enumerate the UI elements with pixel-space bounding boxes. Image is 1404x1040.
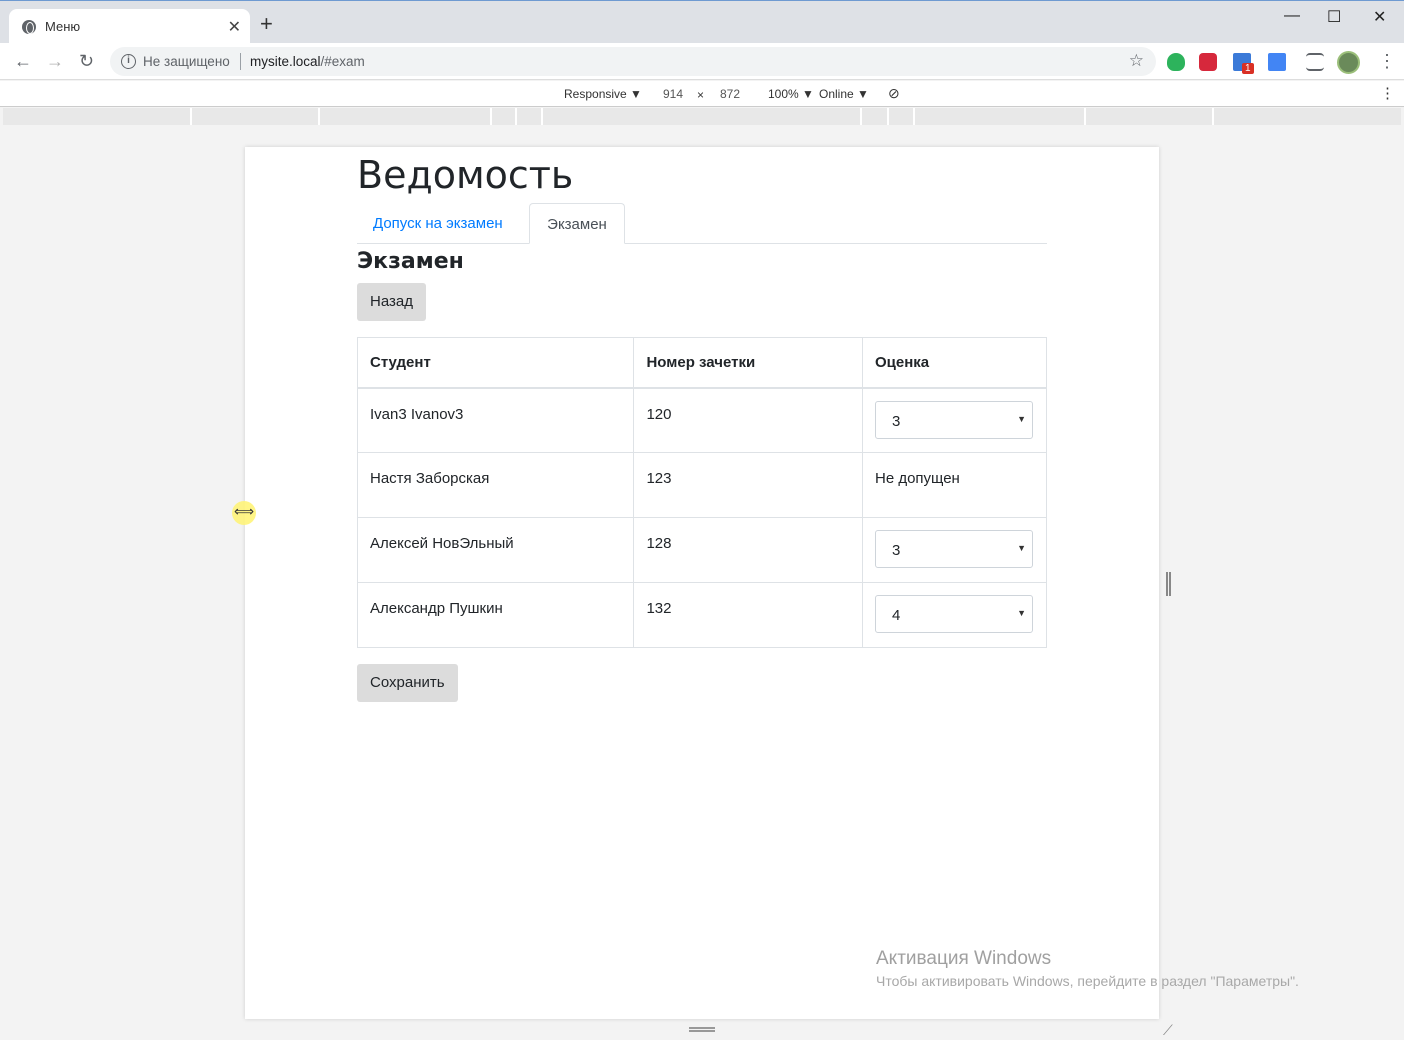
windows-activation-title: Активация Windows	[876, 948, 1052, 969]
grade-cell: 3 ▼	[861, 517, 1048, 583]
back-button[interactable]: Назад	[357, 283, 426, 321]
back-arrow-icon[interactable]: ←	[14, 51, 32, 71]
zoom-select[interactable]: 100% ▼	[768, 87, 814, 101]
table-row: Александр Пушкин 132 4 ▼	[356, 582, 1048, 648]
grade-select[interactable]: 4 ▼	[874, 595, 1033, 633]
viewport-resize-handle-right[interactable]	[1166, 572, 1171, 596]
viewport-width-input[interactable]: 914	[650, 84, 696, 104]
resize-cursor-icon	[232, 501, 256, 525]
security-label: Не защищено	[143, 54, 230, 69]
grades-table: Студент Номер зачетки Оценка Ivan3 Ivano…	[356, 337, 1048, 648]
record-number: 120	[633, 387, 863, 453]
chevron-down-icon: ▼	[1017, 543, 1026, 553]
minimize-icon[interactable]: —	[1284, 7, 1300, 25]
viewport-height-input[interactable]: 872	[707, 84, 753, 104]
tab-title: Меню	[45, 19, 81, 34]
omnibox-separator	[240, 53, 241, 70]
maximize-icon[interactable]: ☐	[1327, 7, 1341, 27]
grade-select-value: 3	[891, 542, 901, 559]
globe-icon	[22, 20, 36, 34]
tab-exam[interactable]: Экзамен	[529, 203, 625, 244]
shield-extension-icon[interactable]	[1167, 53, 1185, 71]
reload-icon[interactable]: ↻	[79, 51, 94, 71]
chevron-down-icon: ▼	[1017, 608, 1026, 618]
network-select[interactable]: Online ▼	[819, 87, 869, 101]
table-row: Алексей НовЭльный 128 3 ▼	[356, 517, 1048, 583]
bookmark-star-icon[interactable]: ☆	[1129, 51, 1144, 71]
student-name: Настя Заборская	[356, 452, 635, 518]
header-student: Студент	[356, 337, 635, 389]
chevron-down-icon: ▼	[1017, 413, 1026, 424]
address-bar[interactable]: i Не защищено mysite.local/#exam ☆	[110, 47, 1156, 76]
tab-close-icon[interactable]: ✕	[228, 17, 241, 37]
red-extension-icon[interactable]	[1199, 53, 1217, 71]
page-container: Ведомость Допуск на экзамен Экзамен Экза…	[356, 147, 1048, 702]
viewport-resize-handle-corner[interactable]: ⟋	[1163, 1022, 1173, 1039]
save-button[interactable]: Сохранить	[357, 664, 458, 702]
grade-select[interactable]: 3 ▼	[874, 400, 1033, 439]
browser-toolbar: ← → ↻ i Не защищено mysite.local/#exam ☆…	[0, 43, 1404, 80]
student-name: Александр Пушкин	[356, 582, 635, 648]
window-close-icon[interactable]: ✕	[1373, 7, 1386, 27]
table-header-row: Студент Номер зачетки Оценка	[356, 337, 1048, 389]
windows-activation-text: Чтобы активировать Windows, перейдите в …	[876, 973, 1299, 989]
table-row: Ivan3 Ivanov3 120 3 ▼	[356, 387, 1048, 453]
nav-tabs: Допуск на экзамен Экзамен	[357, 203, 1047, 244]
extension-badge: 1	[1242, 63, 1254, 74]
dimension-times: ×	[697, 88, 705, 102]
media-query-bar[interactable]	[3, 108, 1401, 125]
device-toolbar: Responsive ▼ 914 × 872 100% ▼ Online ▼ ⊘…	[0, 81, 1404, 107]
record-number: 132	[633, 582, 863, 648]
devtools-menu-icon[interactable]: ⋮	[1380, 84, 1395, 102]
info-icon[interactable]: i	[121, 54, 136, 69]
forward-arrow-icon[interactable]: →	[46, 51, 64, 71]
grade-cell: 3 ▼	[861, 387, 1048, 453]
section-title: Экзамен	[357, 249, 464, 274]
browser-tabbar: Меню ✕ + — ☐ ✕	[0, 0, 1404, 44]
student-name: Алексей НовЭльный	[356, 517, 635, 583]
grade-select-value: 4	[891, 607, 901, 624]
viewport-resize-handle-bottom[interactable]	[689, 1027, 715, 1032]
page-title: Ведомость	[357, 153, 574, 197]
new-tab-icon[interactable]: +	[260, 13, 273, 35]
grade-select-value: 3	[891, 412, 901, 430]
url-path: /#exam	[320, 54, 365, 69]
tab-admission[interactable]: Допуск на экзамен	[357, 203, 519, 244]
grade-select[interactable]: 3 ▼	[874, 530, 1033, 568]
device-select[interactable]: Responsive ▼	[564, 87, 642, 101]
header-record-book: Номер зачетки	[633, 337, 863, 389]
record-number: 128	[633, 517, 863, 583]
table-row: Настя Заборская 123 Не допущен	[356, 452, 1048, 518]
url-text[interactable]: mysite.local/#exam	[250, 54, 365, 69]
url-host: mysite.local	[250, 54, 321, 69]
media-control-icon[interactable]	[1306, 53, 1324, 71]
rotate-icon[interactable]: ⊘	[888, 85, 900, 102]
browser-menu-icon[interactable]: ⋮	[1378, 51, 1396, 72]
picker-extension-icon[interactable]	[1268, 53, 1286, 71]
emulated-viewport: Ведомость Допуск на экзамен Экзамен Экза…	[245, 147, 1159, 1019]
header-grade: Оценка	[861, 337, 1048, 389]
record-number: 123	[633, 452, 863, 518]
grade-cell: 4 ▼	[861, 582, 1048, 648]
student-name: Ivan3 Ivanov3	[356, 387, 635, 453]
browser-tab[interactable]: Меню ✕	[9, 9, 250, 44]
profile-avatar[interactable]	[1337, 51, 1360, 74]
grade-status: Не допущен	[861, 452, 1048, 518]
